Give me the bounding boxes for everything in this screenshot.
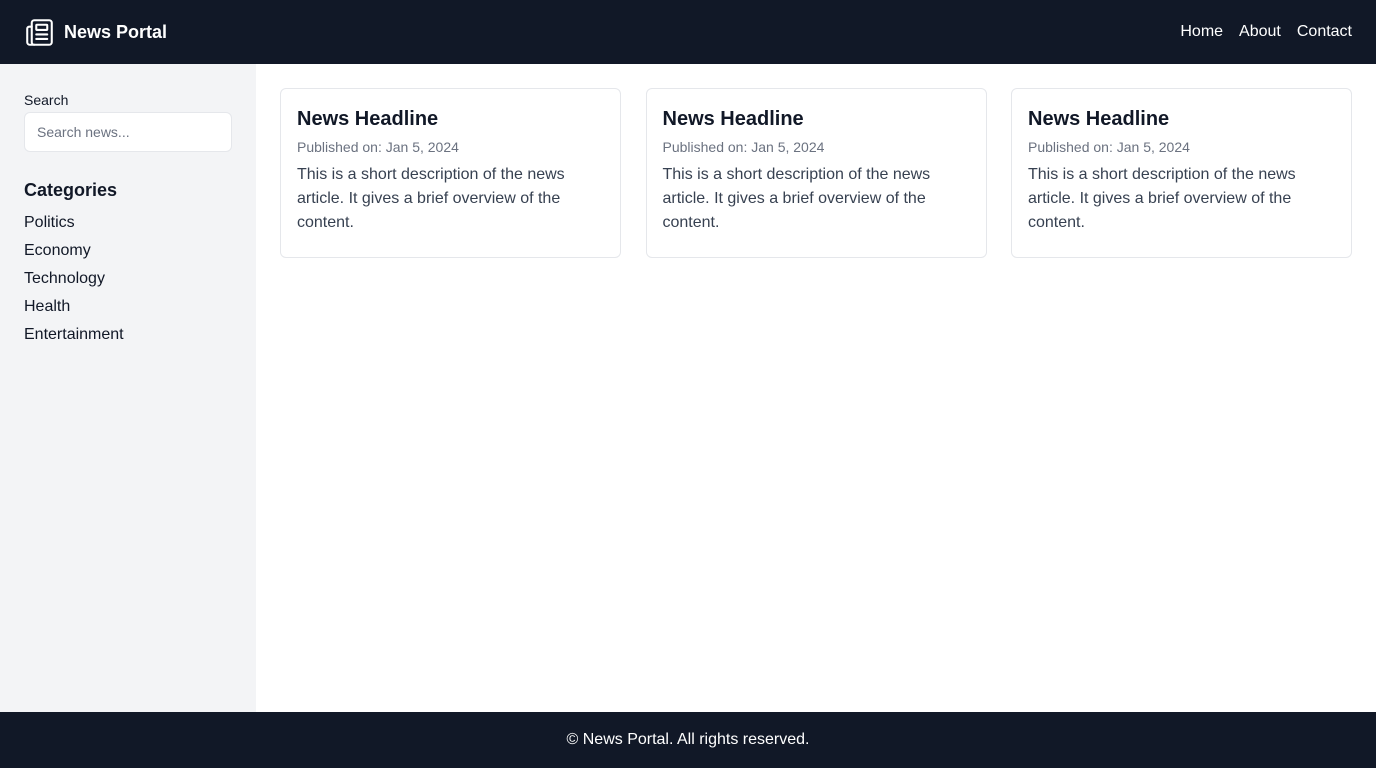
site-header: News Portal Home About Contact <box>0 0 1376 64</box>
nav-home-link[interactable]: Home <box>1180 23 1223 41</box>
category-item-politics[interactable]: Politics <box>24 209 232 237</box>
category-item-economy[interactable]: Economy <box>24 237 232 265</box>
sidebar: Search Categories Politics Economy Techn… <box>0 64 256 712</box>
category-item-health[interactable]: Health <box>24 293 232 321</box>
nav-contact-link[interactable]: Contact <box>1297 23 1352 41</box>
site-footer: © News Portal. All rights reserved. <box>0 712 1376 768</box>
newspaper-icon <box>24 17 55 48</box>
article-title[interactable]: News Headline <box>297 105 604 133</box>
main-nav: Home About Contact <box>1180 23 1352 41</box>
article-title[interactable]: News Headline <box>663 105 970 133</box>
search-input[interactable] <box>24 112 232 152</box>
brand-title: News Portal <box>64 21 168 42</box>
article-description: This is a short description of the news … <box>297 166 565 231</box>
main-content: News Headline Published on: Jan 5, 2024 … <box>256 64 1376 712</box>
article-title[interactable]: News Headline <box>1028 105 1335 133</box>
article-date: Published on: Jan 5, 2024 <box>1028 139 1190 155</box>
article-card[interactable]: News Headline Published on: Jan 5, 2024 … <box>280 88 621 258</box>
categories-heading: Categories <box>24 180 118 200</box>
category-item-entertainment[interactable]: Entertainment <box>24 321 232 349</box>
article-description: This is a short description of the news … <box>1028 166 1296 231</box>
article-grid: News Headline Published on: Jan 5, 2024 … <box>280 88 1352 258</box>
category-list: Politics Economy Technology Health Enter… <box>24 209 232 349</box>
article-date: Published on: Jan 5, 2024 <box>297 139 459 155</box>
article-date: Published on: Jan 5, 2024 <box>662 139 825 155</box>
article-card[interactable]: News Headline Published on: Jan 5, 2024 … <box>645 88 987 258</box>
brand[interactable]: News Portal <box>24 17 167 48</box>
article-card[interactable]: News Headline Published on: Jan 5, 2024 … <box>1011 88 1352 258</box>
category-item-technology[interactable]: Technology <box>24 265 232 293</box>
copyright-text: © News Portal. All rights reserved. <box>566 731 810 748</box>
nav-about-link[interactable]: About <box>1239 23 1281 41</box>
article-description: This is a short description of the news … <box>662 166 931 231</box>
search-label: Search <box>24 92 69 108</box>
